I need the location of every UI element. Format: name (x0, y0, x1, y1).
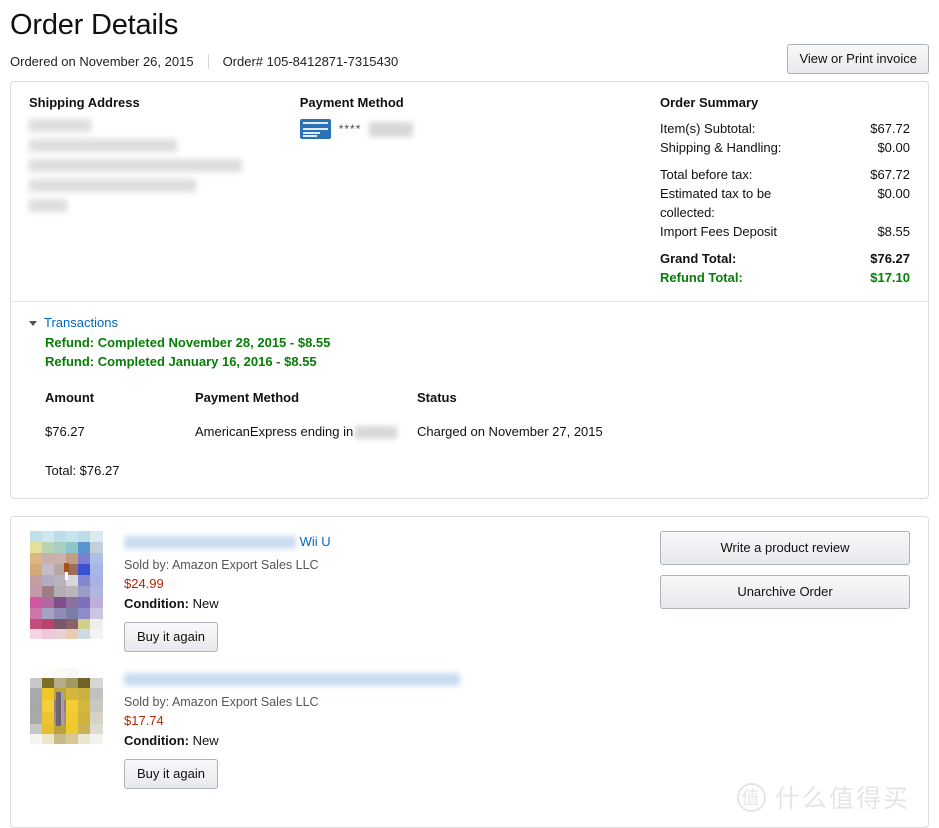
summary-label: Grand Total: (660, 251, 737, 266)
refund-line: Refund: Completed November 28, 2015 - $8… (45, 335, 331, 350)
transactions-total: Total: $76.27 (45, 463, 120, 479)
summary-spacer (660, 157, 910, 165)
table-row: $76.27 AmericanExpress ending in Charged… (45, 424, 685, 440)
meta-divider (207, 54, 209, 69)
summary-row: Import Fees Deposit $8.55 (660, 222, 910, 241)
summary-value: $8.55 (877, 224, 910, 239)
order-date: Ordered on November 26, 2015 (10, 54, 194, 69)
page-title: Order Details (10, 9, 179, 41)
transaction-status: Charged on November 27, 2015 (417, 424, 603, 439)
summary-label: Total before tax: (660, 167, 753, 182)
view-or-print-invoice-button[interactable]: View or Print invoice (787, 44, 929, 74)
column-header-status: Status (417, 390, 457, 405)
product-seller: Sold by: Amazon Export Sales LLC (124, 695, 319, 710)
order-items-section: Wii U Sold by: Amazon Export Sales LLC $… (11, 517, 928, 827)
pixelated-product-image-2 (30, 668, 103, 745)
payment-method-heading: Payment Method (299, 95, 404, 110)
summary-label: Item(s) Subtotal: (660, 121, 756, 136)
summary-value: $17.10 (870, 270, 910, 285)
transaction-method-text: AmericanExpress ending in (195, 424, 354, 439)
buy-it-again-button[interactable]: Buy it again (124, 622, 218, 653)
unarchive-order-button[interactable]: Unarchive Order (660, 575, 910, 610)
order-summary-heading: Order Summary (660, 95, 759, 110)
summary-label: Estimated tax to be collected: (660, 186, 772, 220)
summary-label: Refund Total: (660, 270, 743, 285)
product-thumbnail[interactable] (29, 668, 104, 789)
shipping-address-heading: Shipping Address (29, 95, 140, 110)
card-mask: **** (338, 122, 362, 136)
order-info-top-section: Shipping Address Payment Method **** Ord… (11, 82, 928, 301)
column-header-payment-method: Payment Method (195, 390, 300, 405)
product-title-redacted (124, 536, 296, 550)
order-number: Order# 105-8412871-7315430 (222, 54, 399, 69)
summary-value: $67.72 (870, 167, 910, 182)
transactions-toggle-label: Transactions (44, 315, 118, 330)
write-a-product-review-button[interactable]: Write a product review (660, 531, 910, 566)
transaction-payment-method: AmericanExpress ending in (195, 424, 417, 440)
summary-value: $76.27 (870, 251, 910, 266)
product-condition-label: Condition: (124, 596, 189, 612)
summary-row: Shipping & Handling: $0.00 (660, 138, 910, 157)
summary-value: $0.00 (877, 186, 910, 201)
product-price: $17.74 (124, 713, 164, 729)
summary-row: Item(s) Subtotal: $67.72 (660, 119, 910, 138)
product-thumbnail[interactable] (29, 531, 104, 652)
transactions-table: Amount Payment Method Status $76.27 Amer… (45, 390, 685, 440)
summary-row-refund-total: Refund Total: $17.10 (660, 268, 910, 287)
americanexpress-card-icon (299, 119, 331, 139)
product-condition-value: New (192, 596, 219, 612)
card-digits-redacted (355, 426, 398, 440)
payment-method-column: Payment Method **** (299, 95, 660, 287)
transaction-amount: $76.27 (45, 424, 85, 439)
payment-method-value: **** (299, 119, 660, 139)
shipping-address-column: Shipping Address (29, 95, 300, 287)
transactions-section: Transactions Refund: Completed November … (11, 302, 928, 498)
chevron-down-icon (29, 320, 37, 326)
summary-row: Total before tax: $67.72 (660, 165, 910, 184)
product-title-redacted (124, 673, 460, 687)
summary-label: Shipping & Handling: (660, 140, 782, 155)
summary-row: Estimated tax to be collected: $0.00 (660, 184, 910, 222)
product-title-suffix: Wii U (299, 534, 331, 550)
order-info-card: Shipping Address Payment Method **** Ord… (10, 81, 929, 500)
pixelated-product-image-1 (30, 531, 103, 640)
product-condition: Condition: New (124, 731, 910, 751)
summary-row-grand-total: Grand Total: $76.27 (660, 249, 910, 268)
summary-label: Import Fees Deposit (660, 224, 778, 239)
summary-spacer (660, 241, 910, 249)
list-item: Sold by: Amazon Export Sales LLC $17.74 … (29, 668, 910, 790)
order-items-card: Wii U Sold by: Amazon Export Sales LLC $… (10, 516, 929, 828)
summary-value: $0.00 (877, 140, 910, 155)
product-condition-label: Condition: (124, 733, 189, 749)
shipping-address-redacted (29, 119, 300, 212)
product-condition-value: New (192, 733, 219, 749)
refund-list: Refund: Completed November 28, 2015 - $8… (29, 333, 910, 371)
buy-it-again-button[interactable]: Buy it again (124, 759, 218, 790)
order-summary-column: Order Summary Item(s) Subtotal: $67.72 S… (660, 95, 910, 287)
order-actions: Write a product review Unarchive Order (660, 531, 910, 619)
order-summary-table: Item(s) Subtotal: $67.72 Shipping & Hand… (660, 119, 910, 287)
summary-value: $67.72 (870, 121, 910, 136)
product-title[interactable] (124, 670, 910, 688)
refund-line: Refund: Completed January 16, 2016 - $8.… (45, 354, 317, 369)
transactions-toggle[interactable]: Transactions (29, 315, 118, 330)
card-digits-redacted (369, 121, 414, 137)
column-header-amount: Amount (45, 390, 95, 405)
product-info: Sold by: Amazon Export Sales LLC $17.74 … (104, 668, 910, 790)
transactions-table-header: Amount Payment Method Status (45, 390, 685, 405)
